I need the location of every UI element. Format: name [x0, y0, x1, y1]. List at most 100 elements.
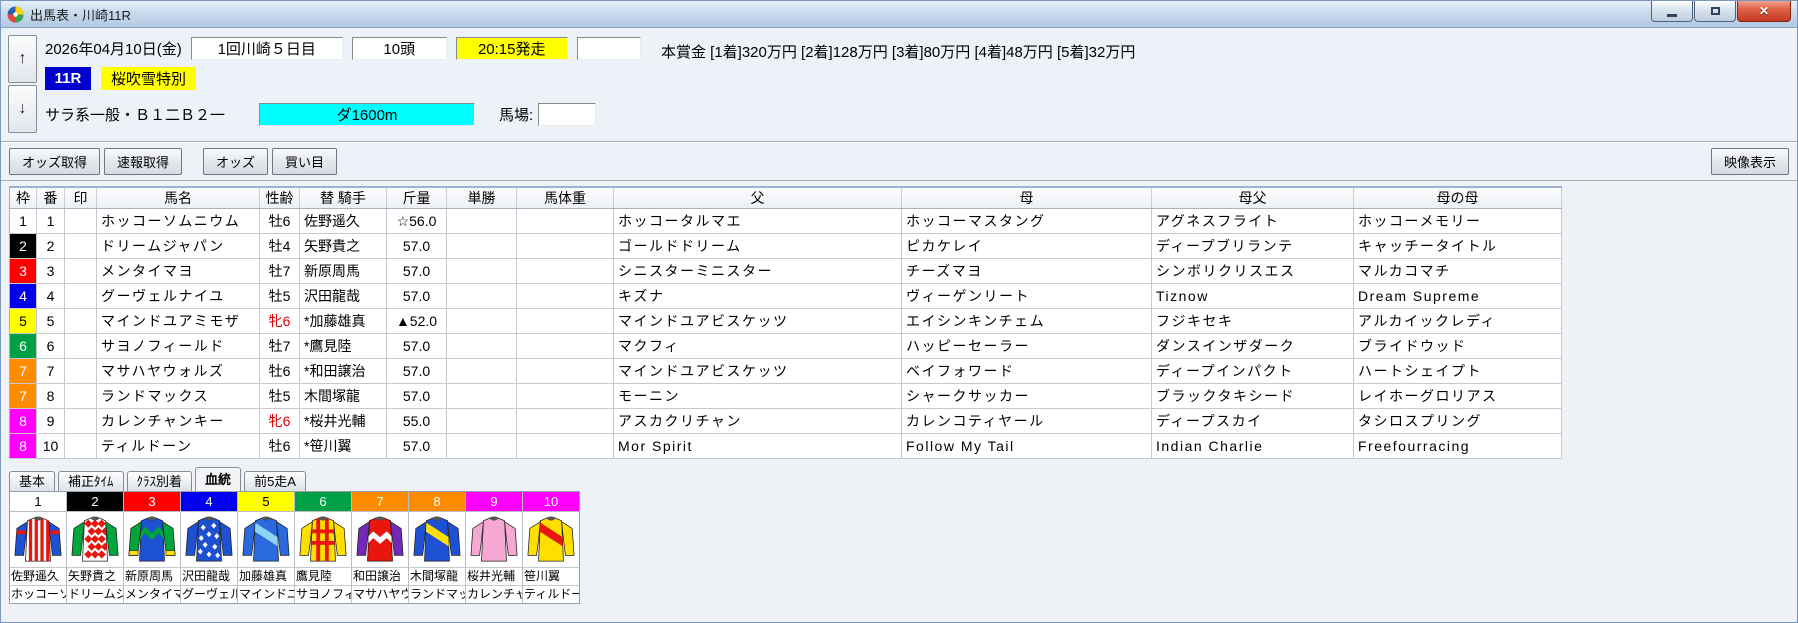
- silk-horse-name: ドリームジャパン: [68, 587, 123, 601]
- cell-jockey: 矢野貴之: [299, 233, 387, 259]
- silk-column[interactable]: 4 沢田龍哉グーヴェルナイユ: [181, 492, 238, 603]
- silk-horse-name: マインドユアミモザ: [239, 587, 294, 601]
- tab-血統[interactable]: 血統: [195, 467, 242, 491]
- table-row[interactable]: 1 1 ホッコーソムニウム 牡6 佐野遥久 ☆56.0 ホッコータルマエ ホッコーマスタングア…: [9, 208, 1562, 234]
- table-header-row: 枠番印馬名 性齢替 騎手 斤量 単勝 馬体重父母母父 母の母: [9, 187, 1562, 209]
- cell-dam-sire: フジキセキ: [1151, 308, 1354, 334]
- tab-ｸﾗｽ別着[interactable]: ｸﾗｽ別着: [126, 471, 193, 491]
- silk-column[interactable]: 3 新原周馬メンタイマヨ: [124, 492, 181, 603]
- silk-jockey-name: 沢田龍哉: [181, 568, 237, 586]
- video-display-button[interactable]: 映像表示: [1710, 147, 1789, 175]
- cell-sex-age: 牡6: [259, 433, 300, 459]
- odds-fetch-button[interactable]: オッズ取得: [9, 147, 101, 175]
- table-row[interactable]: 6 6 サヨノフィールド 牡7 *鷹見陸 57.0 マクフィ ハッピーセーラー ダンスインザダー…: [9, 333, 1562, 359]
- tab-前5走A[interactable]: 前5走A: [244, 471, 306, 491]
- silk-column[interactable]: 7 和田譲治マサハヤウォルズ: [352, 492, 409, 603]
- cell-jockey: *桜井光輔: [299, 408, 387, 434]
- cell-jockey: 沢田龍哉: [299, 283, 387, 309]
- cell-body-weight: [516, 208, 614, 234]
- column-header: 馬名: [96, 187, 260, 209]
- cell-frame: 3: [9, 258, 37, 284]
- tab-bar: 基本 補正ﾀｲﾑ ｸﾗｽ別着 血統 前5走A: [9, 467, 309, 491]
- silk-frame-number: 10: [523, 492, 579, 512]
- cell-sex-age: 牝6: [259, 408, 300, 434]
- cell-horse-name: グーヴェルナイユ: [96, 283, 260, 309]
- cell-sire: キズナ: [613, 283, 902, 309]
- cell-dam-sire: ブラックタキシード: [1151, 383, 1354, 409]
- jockey-silk-icon: [295, 512, 351, 568]
- cell-dam: ハッピーセーラー: [901, 333, 1152, 359]
- cell-number: 10: [36, 433, 65, 459]
- cell-jockey: 新原周馬: [299, 258, 387, 284]
- column-header: 番: [36, 187, 65, 209]
- app-window: 出馬表・川崎11R ✕ ↑ ↓ 2026年04月10日(金) 1回川崎５日目 1…: [0, 0, 1798, 623]
- cell-win-odds: [446, 358, 517, 384]
- silk-column[interactable]: 8 木間塚龍ランドマックス: [409, 492, 466, 603]
- next-race-button[interactable]: ↓: [8, 85, 37, 133]
- silk-column[interactable]: 5 加藤雄真マインドユアミモザ: [238, 492, 295, 603]
- cell-jockey: *和田譲治: [299, 358, 387, 384]
- cell-sex-age: 牡4: [259, 233, 300, 259]
- silk-jockey-name: 木間塚龍: [409, 568, 465, 586]
- cell-mark: [64, 308, 97, 334]
- silk-column[interactable]: 2 矢野貴之ドリームジャパン: [67, 492, 124, 603]
- race-header: ↑ ↓ 2026年04月10日(金) 1回川崎５日目 10頭 20:15発走 本…: [1, 28, 1797, 142]
- cell-win-odds: [446, 383, 517, 409]
- track-condition-label: 馬場:: [499, 106, 534, 124]
- cell-frame: 4: [9, 283, 37, 309]
- cell-frame: 8: [9, 433, 37, 459]
- table-row[interactable]: 8 9 カレンチャンキー 牝6 *桜井光輔 55.0 アスカクリチャン カレンコティヤール ディ…: [9, 408, 1562, 434]
- cell-win-odds: [446, 433, 517, 459]
- cell-dam-dam: マルカコマチ: [1353, 258, 1562, 284]
- silk-frame-number: 7: [352, 492, 408, 512]
- bet-selection-button[interactable]: 買い目: [272, 147, 338, 175]
- silk-horse-name: カレンチャンキー: [467, 587, 522, 601]
- cell-horse-name: ティルドーン: [96, 433, 260, 459]
- column-header: 斤量: [386, 187, 447, 209]
- silk-column[interactable]: 9 桜井光輔カレンチャンキー: [466, 492, 523, 603]
- jockey-silk-icon: [409, 512, 465, 568]
- table-row[interactable]: 7 7 マサハヤウォルズ 牡6 *和田譲治 57.0 マインドユアビスケッツ ベイフォワードデ…: [9, 358, 1562, 384]
- silk-column[interactable]: 10 笹川翼ティルドーン: [523, 492, 579, 603]
- table-row[interactable]: 4 4 グーヴェルナイユ 牡5 沢田龍哉 57.0 キズナ ヴィーゲンリート Tiznow Dre…: [9, 283, 1562, 309]
- cell-frame: 5: [9, 308, 37, 334]
- cell-sire: アスカクリチャン: [613, 408, 902, 434]
- cell-mark: [64, 258, 97, 284]
- flash-fetch-button[interactable]: 速報取得: [104, 147, 183, 175]
- cell-win-odds: [446, 233, 517, 259]
- silk-frame-number: 5: [238, 492, 294, 512]
- column-header: 枠: [9, 187, 37, 209]
- table-row[interactable]: 8 10 ティルドーン 牡6 *笹川翼 57.0 Mor Spirit Follow My T…: [9, 433, 1562, 459]
- cell-dam-dam: タシロスプリング: [1353, 408, 1562, 434]
- jockey-silk-icon: [238, 512, 294, 568]
- cell-sire: シニスターミニスター: [613, 258, 902, 284]
- tab-基本[interactable]: 基本: [9, 471, 56, 491]
- up-arrow-icon: ↑: [18, 50, 27, 67]
- cell-dam-dam: ホッコーメモリー: [1353, 208, 1562, 234]
- cell-dam-dam: レイホーグロリアス: [1353, 383, 1562, 409]
- minimize-button[interactable]: [1651, 1, 1693, 22]
- prev-race-button[interactable]: ↑: [8, 35, 37, 83]
- silk-column[interactable]: 1 佐野遥久ホッコーソムニウム: [10, 492, 67, 603]
- tab-補正ﾀｲﾑ[interactable]: 補正ﾀｲﾑ: [58, 471, 124, 491]
- table-row[interactable]: 3 3 メンタイマヨ 牡7 新原周馬 57.0 シニスターミニスター チーズマヨ シンボリクリス…: [9, 258, 1562, 284]
- table-row[interactable]: 2 2 ドリームジャパン 牡4 矢野貴之 57.0 ゴールドドリーム ピカケレイ ディープブリラ…: [9, 233, 1562, 259]
- table-row[interactable]: 5 5 マインドユアミモザ 牝6 *加藤雄真 ▲52.0 マインドユアビスケッツ エイシンキン…: [9, 308, 1562, 334]
- silks-panel: 1 佐野遥久ホッコーソムニウム2 矢野貴之ドリームジャパン3 新原周馬メンタイマ…: [9, 491, 580, 604]
- cell-sex-age: 牝6: [259, 308, 300, 334]
- distance-badge: ダ1600m: [259, 102, 475, 126]
- odds-button[interactable]: オッズ: [203, 147, 269, 175]
- cell-weight: 57.0: [386, 333, 447, 359]
- silk-jockey-name: 鷹見陸: [295, 568, 351, 586]
- cell-dam-dam: ブライドウッド: [1353, 333, 1562, 359]
- table-row[interactable]: 7 8 ランドマックス 牡5 木間塚龍 57.0 モーニン シャークサッカー ブラックタキシード…: [9, 383, 1562, 409]
- close-button[interactable]: ✕: [1737, 1, 1791, 22]
- maximize-button[interactable]: [1694, 1, 1736, 22]
- silk-column[interactable]: 6 鷹見陸サヨノフィールド: [295, 492, 352, 603]
- cell-horse-name: ホッコーソムニウム: [96, 208, 260, 234]
- column-header: 替 騎手: [299, 187, 387, 209]
- silk-horse-name: グーヴェルナイユ: [182, 587, 237, 601]
- cell-mark: [64, 433, 97, 459]
- cell-dam-sire: アグネスフライト: [1151, 208, 1354, 234]
- silk-jockey-name: 桜井光輔: [466, 568, 522, 586]
